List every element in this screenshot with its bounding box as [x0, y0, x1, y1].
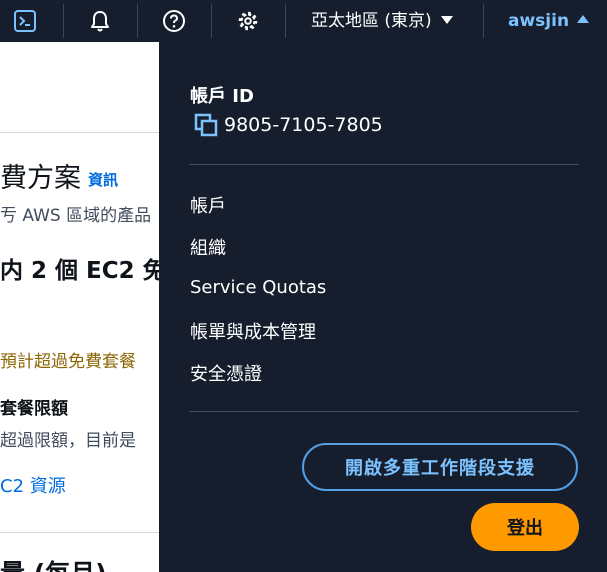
nav-separator: [285, 4, 286, 38]
bell-icon[interactable]: [88, 9, 112, 33]
limit-description: 超過限額，目前是: [0, 431, 136, 451]
menu-item-security-credentials[interactable]: 安全憑證: [190, 360, 262, 386]
account-dropdown-panel: 帳戶 ID 9805-7105-7805 帳戶 組織 Service Quota…: [159, 42, 607, 572]
top-nav-bar: 亞太地區 (東京) awsjin: [0, 0, 607, 42]
nav-separator: [137, 4, 138, 38]
menu-item-service-quotas[interactable]: Service Quotas: [190, 277, 326, 298]
gear-icon[interactable]: [236, 9, 260, 33]
copy-icon[interactable]: [194, 113, 218, 137]
menu-item-account[interactable]: 帳戶: [190, 192, 226, 218]
account-id-label: 帳戶 ID: [190, 86, 254, 107]
limit-title: 套餐限額: [0, 399, 68, 419]
menu-divider: [189, 164, 579, 165]
nav-separator: [63, 4, 64, 38]
divider: [0, 532, 160, 533]
account-menu-button[interactable]: awsjin: [508, 9, 590, 33]
username: awsjin: [508, 11, 570, 31]
menu-item-billing[interactable]: 帳單與成本管理: [190, 318, 316, 344]
chevron-down-icon: [440, 16, 453, 24]
usage-warning: 預計超過免費套餐: [0, 352, 136, 372]
region-selector[interactable]: 亞太地區 (東京): [311, 9, 453, 33]
ec2-resources-link[interactable]: C2 資源: [0, 472, 66, 498]
menu-divider: [189, 411, 579, 412]
chevron-up-icon: [577, 15, 590, 23]
background-page: 費方案 資訊 亐 AWS 區域的產品 内 2 個 EC2 免費 預計超過免費套餐…: [0, 42, 160, 572]
sign-out-button[interactable]: 登出: [471, 503, 579, 551]
account-id-value: 9805-7105-7805: [224, 114, 383, 136]
free-tier-subheading: 内 2 個 EC2 免費: [0, 258, 160, 284]
divider: [0, 132, 160, 133]
nav-separator: [483, 4, 484, 38]
multi-session-button[interactable]: 開啟多重工作階段支援: [302, 443, 578, 491]
help-icon[interactable]: [162, 9, 186, 33]
account-id-row: 9805-7105-7805: [194, 112, 383, 138]
section-heading: 費方案: [0, 163, 81, 194]
cloudshell-icon[interactable]: [13, 9, 37, 33]
menu-item-organizations[interactable]: 組織: [190, 234, 226, 260]
region-label: 亞太地區 (東京): [311, 11, 432, 31]
info-link[interactable]: 資訊: [88, 169, 118, 190]
section-description: 亐 AWS 區域的產品: [0, 206, 152, 226]
monthly-usage-heading: 量 (每月): [0, 554, 107, 572]
nav-separator: [211, 4, 212, 38]
